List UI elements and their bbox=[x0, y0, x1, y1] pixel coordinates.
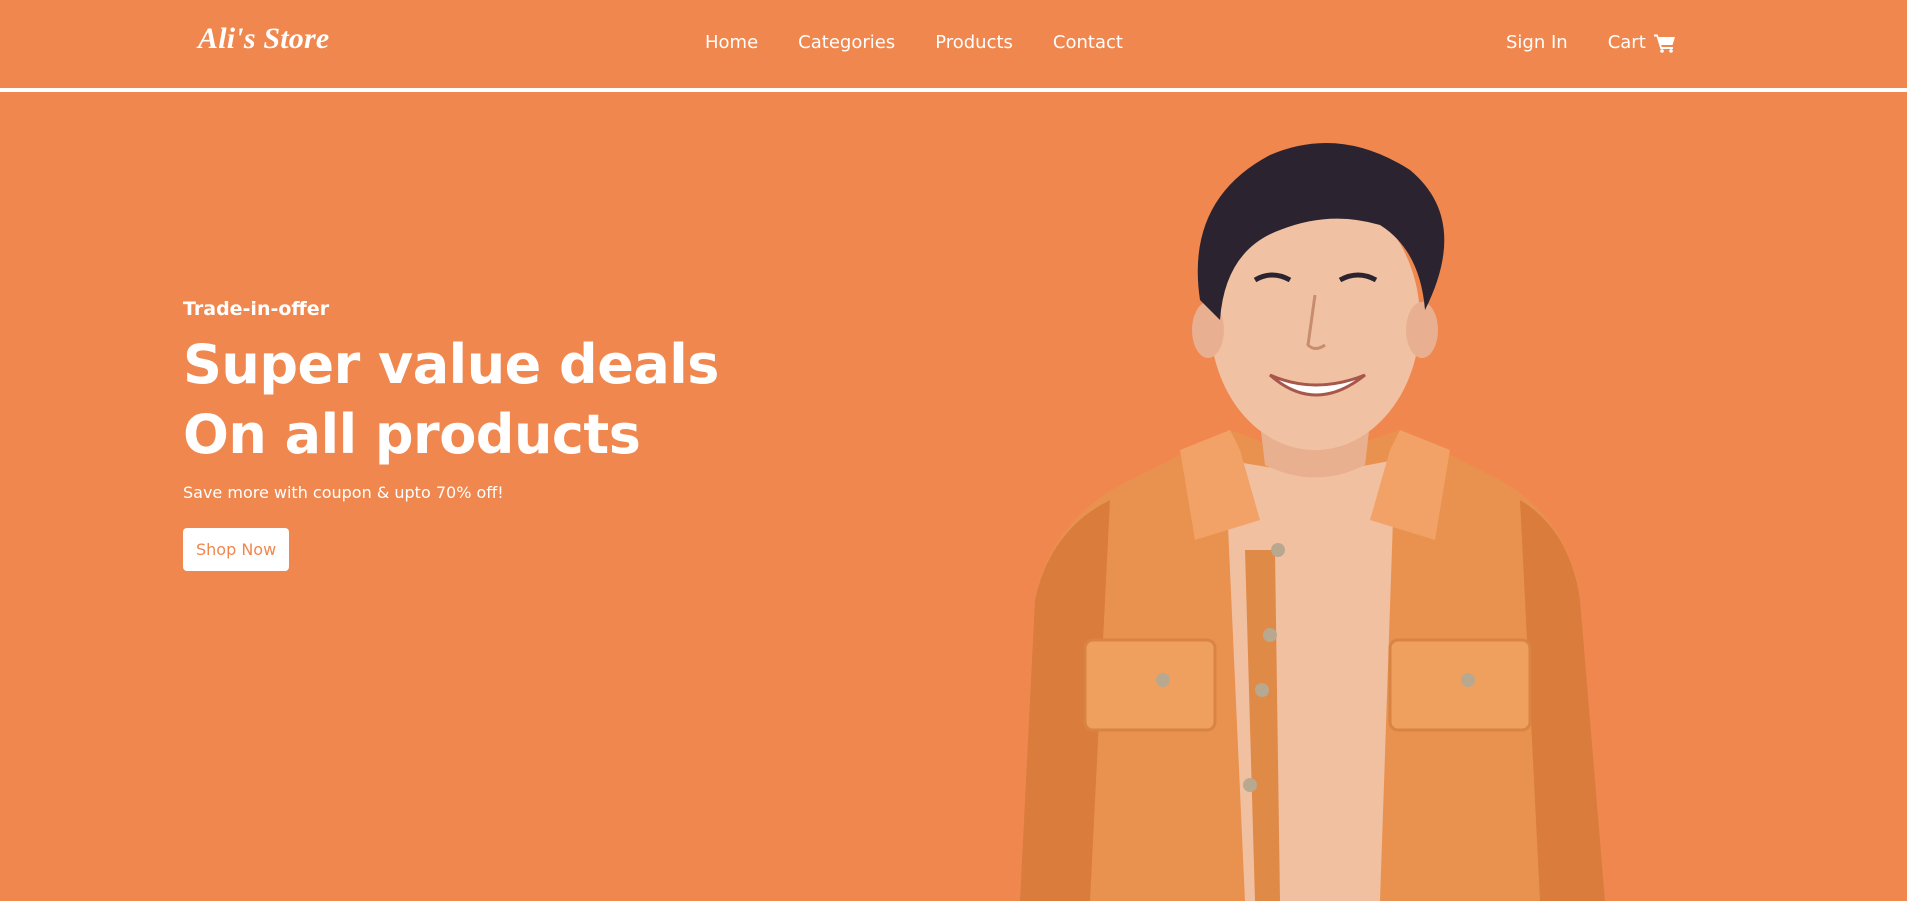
cart-label: Cart bbox=[1607, 32, 1646, 53]
hero-headline-line1: Super value deals bbox=[183, 333, 719, 396]
nav-item-home[interactable]: Home bbox=[705, 32, 758, 54]
site-header: Ali's Store Home Categories Products Con… bbox=[0, 0, 1907, 92]
hero-subtext: Save more with coupon & upto 70% off! bbox=[183, 483, 504, 502]
page: Ali's Store Home Categories Products Con… bbox=[0, 0, 1907, 901]
cart-link[interactable]: Cart bbox=[1608, 32, 1676, 54]
store-logo[interactable]: Ali's Store bbox=[198, 22, 329, 56]
nav-item-products[interactable]: Products bbox=[935, 32, 1013, 54]
nav-item-categories[interactable]: Categories bbox=[798, 32, 895, 54]
hero-section: Trade-in-offer Super value deals On all … bbox=[183, 296, 943, 571]
sign-in-link[interactable]: Sign In bbox=[1506, 32, 1568, 54]
header-actions: Sign In Cart bbox=[1506, 32, 1676, 54]
nav-item-contact[interactable]: Contact bbox=[1053, 32, 1123, 54]
shopping-cart-icon bbox=[1653, 33, 1676, 53]
hero-eyebrow: Trade-in-offer bbox=[183, 298, 330, 320]
shop-now-button[interactable]: Shop Now bbox=[183, 528, 290, 571]
main-nav: Home Categories Products Contact bbox=[705, 32, 1123, 54]
hero-model-image bbox=[980, 130, 1660, 901]
hero-headline-line2: On all products bbox=[183, 403, 641, 466]
